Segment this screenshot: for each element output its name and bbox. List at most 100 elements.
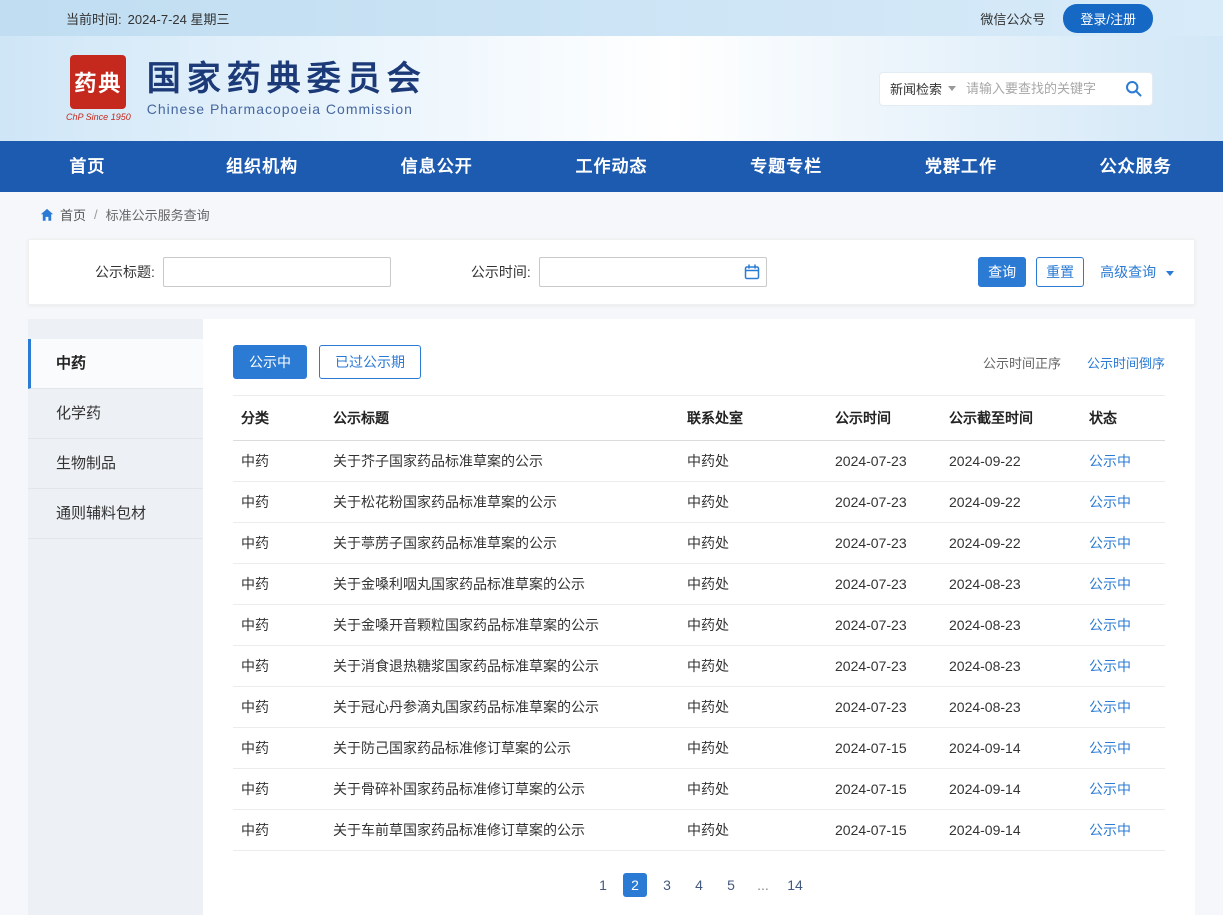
category-cell: 中药: [233, 523, 325, 564]
department-cell: 中药处: [679, 728, 827, 769]
sidebar-item-1[interactable]: 化学药: [28, 389, 203, 439]
end-date-cell: 2024-09-22: [941, 482, 1081, 523]
title-cell[interactable]: 关于金嗓利咽丸国家药品标准草案的公示: [325, 564, 679, 605]
title-cell[interactable]: 关于金嗓开音颗粒国家药品标准草案的公示: [325, 605, 679, 646]
title-cell[interactable]: 关于冠心丹参滴丸国家药品标准草案的公示: [325, 687, 679, 728]
page-14[interactable]: 14: [783, 873, 807, 897]
tab-0[interactable]: 公示中: [233, 345, 307, 379]
end-date-cell: 2024-09-22: [941, 441, 1081, 482]
seal-caption: ChP Since 1950: [66, 112, 131, 122]
search-category-select[interactable]: 新闻检索: [890, 79, 956, 98]
query-button[interactable]: 查询: [978, 257, 1026, 287]
department-cell: 中药处: [679, 646, 827, 687]
sidebar-item-2[interactable]: 生物制品: [28, 439, 203, 489]
publish-date-cell: 2024-07-23: [827, 687, 941, 728]
status-link[interactable]: 公示中: [1089, 822, 1131, 838]
home-icon[interactable]: [40, 208, 54, 222]
search-icon[interactable]: [1125, 80, 1142, 97]
time-filter-label: 公示时间:: [471, 262, 531, 282]
breadcrumb-home[interactable]: 首页: [60, 205, 86, 224]
status-link[interactable]: 公示中: [1089, 658, 1131, 674]
category-cell: 中药: [233, 810, 325, 851]
status-cell: 公示中: [1081, 564, 1165, 605]
nav-item-1[interactable]: 组织机构: [175, 141, 350, 192]
page-4[interactable]: 4: [687, 873, 711, 897]
department-cell: 中药处: [679, 482, 827, 523]
column-header-0: 分类: [233, 396, 325, 441]
table-row: 中药关于防己国家药品标准修订草案的公示中药处2024-07-152024-09-…: [233, 728, 1165, 769]
filter-panel: 公示标题: 公示时间: 查询 重置 高级查询: [28, 239, 1195, 305]
title-cell[interactable]: 关于骨碎补国家药品标准修订草案的公示: [325, 769, 679, 810]
table-row: 中药关于松花粉国家药品标准草案的公示中药处2024-07-232024-09-2…: [233, 482, 1165, 523]
status-link[interactable]: 公示中: [1089, 535, 1131, 551]
search-input[interactable]: [966, 81, 1119, 96]
chevron-down-icon: [948, 86, 956, 91]
publish-date-cell: 2024-07-23: [827, 482, 941, 523]
status-cell: 公示中: [1081, 441, 1165, 482]
publish-date-cell: 2024-07-15: [827, 810, 941, 851]
nav-item-6[interactable]: 公众服务: [1048, 141, 1223, 192]
title-cell[interactable]: 关于芥子国家药品标准草案的公示: [325, 441, 679, 482]
page-5[interactable]: 5: [719, 873, 743, 897]
page-2[interactable]: 2: [623, 873, 647, 897]
status-link[interactable]: 公示中: [1089, 781, 1131, 797]
publish-date-cell: 2024-07-23: [827, 441, 941, 482]
status-link[interactable]: 公示中: [1089, 617, 1131, 633]
nav-item-3[interactable]: 工作动态: [524, 141, 699, 192]
publish-date-cell: 2024-07-15: [827, 769, 941, 810]
logo: 药典 ChP Since 1950: [66, 55, 131, 122]
table-header-row: 分类公示标题联系处室公示时间公示截至时间状态: [233, 396, 1165, 441]
table-row: 中药关于芥子国家药品标准草案的公示中药处2024-07-232024-09-22…: [233, 441, 1165, 482]
sidebar-item-3[interactable]: 通则辅料包材: [28, 489, 203, 539]
advanced-query-link[interactable]: 高级查询: [1100, 262, 1174, 282]
department-cell: 中药处: [679, 441, 827, 482]
page-3[interactable]: 3: [655, 873, 679, 897]
calendar-icon[interactable]: [744, 264, 760, 280]
login-register-button[interactable]: 登录/注册: [1063, 4, 1153, 33]
site-header: 药典 ChP Since 1950 国家药典委员会 Chinese Pharma…: [0, 36, 1223, 141]
status-cell: 公示中: [1081, 728, 1165, 769]
sort-descending-link[interactable]: 公示时间倒序: [1087, 353, 1165, 372]
column-header-4: 公示截至时间: [941, 396, 1081, 441]
page-1[interactable]: 1: [591, 873, 615, 897]
time-filter-input[interactable]: [539, 257, 767, 287]
nav-item-4[interactable]: 专题专栏: [699, 141, 874, 192]
wechat-link[interactable]: 微信公众号: [980, 9, 1045, 28]
topbar: 当前时间: 2024-7-24 星期三 微信公众号 登录/注册: [0, 0, 1223, 36]
reset-button[interactable]: 重置: [1036, 257, 1084, 287]
status-link[interactable]: 公示中: [1089, 453, 1131, 469]
nav-item-0[interactable]: 首页: [0, 141, 175, 192]
nav-item-2[interactable]: 信息公开: [349, 141, 524, 192]
table-row: 中药关于消食退热糖浆国家药品标准草案的公示中药处2024-07-232024-0…: [233, 646, 1165, 687]
title-cell[interactable]: 关于车前草国家药品标准修订草案的公示: [325, 810, 679, 851]
end-date-cell: 2024-08-23: [941, 605, 1081, 646]
status-cell: 公示中: [1081, 646, 1165, 687]
status-cell: 公示中: [1081, 482, 1165, 523]
status-link[interactable]: 公示中: [1089, 494, 1131, 510]
title-cell[interactable]: 关于防己国家药品标准修订草案的公示: [325, 728, 679, 769]
current-time-value: 2024-7-24 星期三: [128, 9, 230, 28]
seal-logo-icon: 药典: [70, 55, 126, 109]
table-row: 中药关于金嗓开音颗粒国家药品标准草案的公示中药处2024-07-232024-0…: [233, 605, 1165, 646]
tab-1[interactable]: 已过公示期: [319, 345, 421, 379]
table-row: 中药关于车前草国家药品标准修订草案的公示中药处2024-07-152024-09…: [233, 810, 1165, 851]
breadcrumb: 首页 / 标准公示服务查询: [0, 192, 1223, 235]
advanced-query-label: 高级查询: [1100, 264, 1156, 280]
title-filter-input[interactable]: [163, 257, 391, 287]
sort-ascending-link[interactable]: 公示时间正序: [983, 353, 1061, 372]
title-cell[interactable]: 关于松花粉国家药品标准草案的公示: [325, 482, 679, 523]
table-row: 中药关于金嗓利咽丸国家药品标准草案的公示中药处2024-07-232024-08…: [233, 564, 1165, 605]
breadcrumb-current: 标准公示服务查询: [106, 205, 210, 224]
content-panel: 公示中已过公示期 公示时间正序 公示时间倒序 分类公示标题联系处室公示时间公示截…: [203, 319, 1195, 915]
status-link[interactable]: 公示中: [1089, 740, 1131, 756]
sidebar-item-0[interactable]: 中药: [28, 339, 203, 389]
title-cell[interactable]: 关于消食退热糖浆国家药品标准草案的公示: [325, 646, 679, 687]
status-link[interactable]: 公示中: [1089, 576, 1131, 592]
status-link[interactable]: 公示中: [1089, 699, 1131, 715]
status-cell: 公示中: [1081, 810, 1165, 851]
column-header-1: 公示标题: [325, 396, 679, 441]
nav-item-5[interactable]: 党群工作: [874, 141, 1049, 192]
category-cell: 中药: [233, 482, 325, 523]
title-cell[interactable]: 关于葶苈子国家药品标准草案的公示: [325, 523, 679, 564]
breadcrumb-separator: /: [94, 207, 98, 222]
